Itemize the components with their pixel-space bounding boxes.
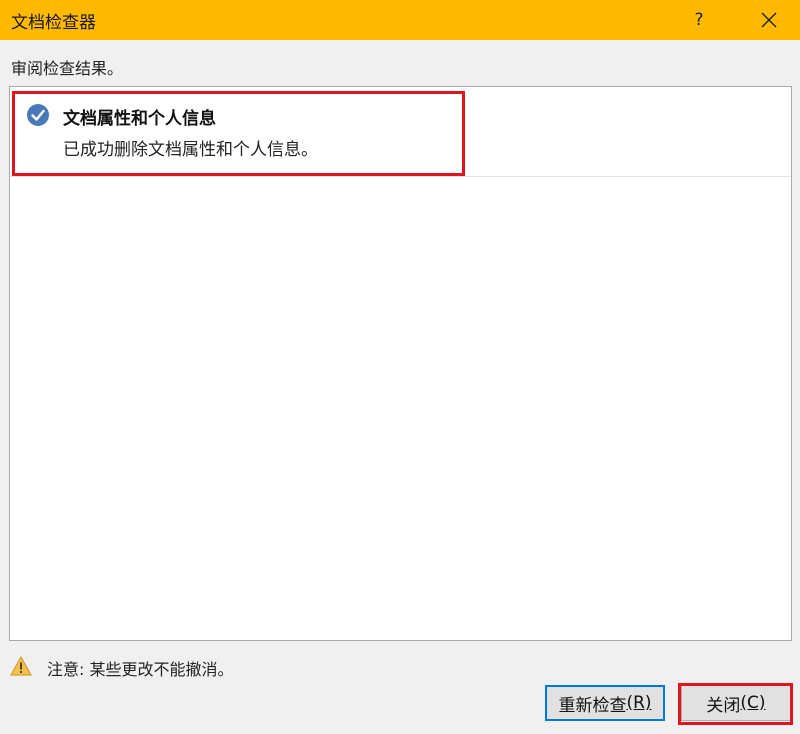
window-close-button[interactable] bbox=[752, 0, 786, 40]
title-bar: 文档检查器 ? bbox=[0, 0, 800, 40]
result-detail: 已成功删除文档属性和个人信息。 bbox=[63, 140, 318, 160]
warning-icon bbox=[10, 656, 32, 676]
close-icon bbox=[761, 12, 777, 28]
window-title: 文档检查器 bbox=[11, 13, 96, 33]
close-label: 关闭 bbox=[706, 695, 741, 716]
reinspect-label: 重新检查 bbox=[558, 695, 627, 716]
help-button[interactable]: ? bbox=[683, 0, 715, 40]
result-title: 文档属性和个人信息 bbox=[63, 109, 216, 129]
result-item-document-properties: 文档属性和个人信息 已成功删除文档属性和个人信息。 bbox=[10, 87, 791, 177]
close-button[interactable]: 关闭 (C) bbox=[681, 685, 791, 721]
inspection-results-list: 文档属性和个人信息 已成功删除文档属性和个人信息。 bbox=[9, 86, 792, 641]
reinspect-button[interactable]: 重新检查 (R) bbox=[545, 685, 665, 721]
reinspect-accel: (R) bbox=[626, 693, 652, 713]
check-circle-icon bbox=[27, 104, 49, 126]
instruction-text: 审阅检查结果。 bbox=[11, 59, 124, 78]
warning-text: 注意: 某些更改不能撤消。 bbox=[47, 660, 234, 679]
close-accel: (C) bbox=[740, 693, 766, 713]
